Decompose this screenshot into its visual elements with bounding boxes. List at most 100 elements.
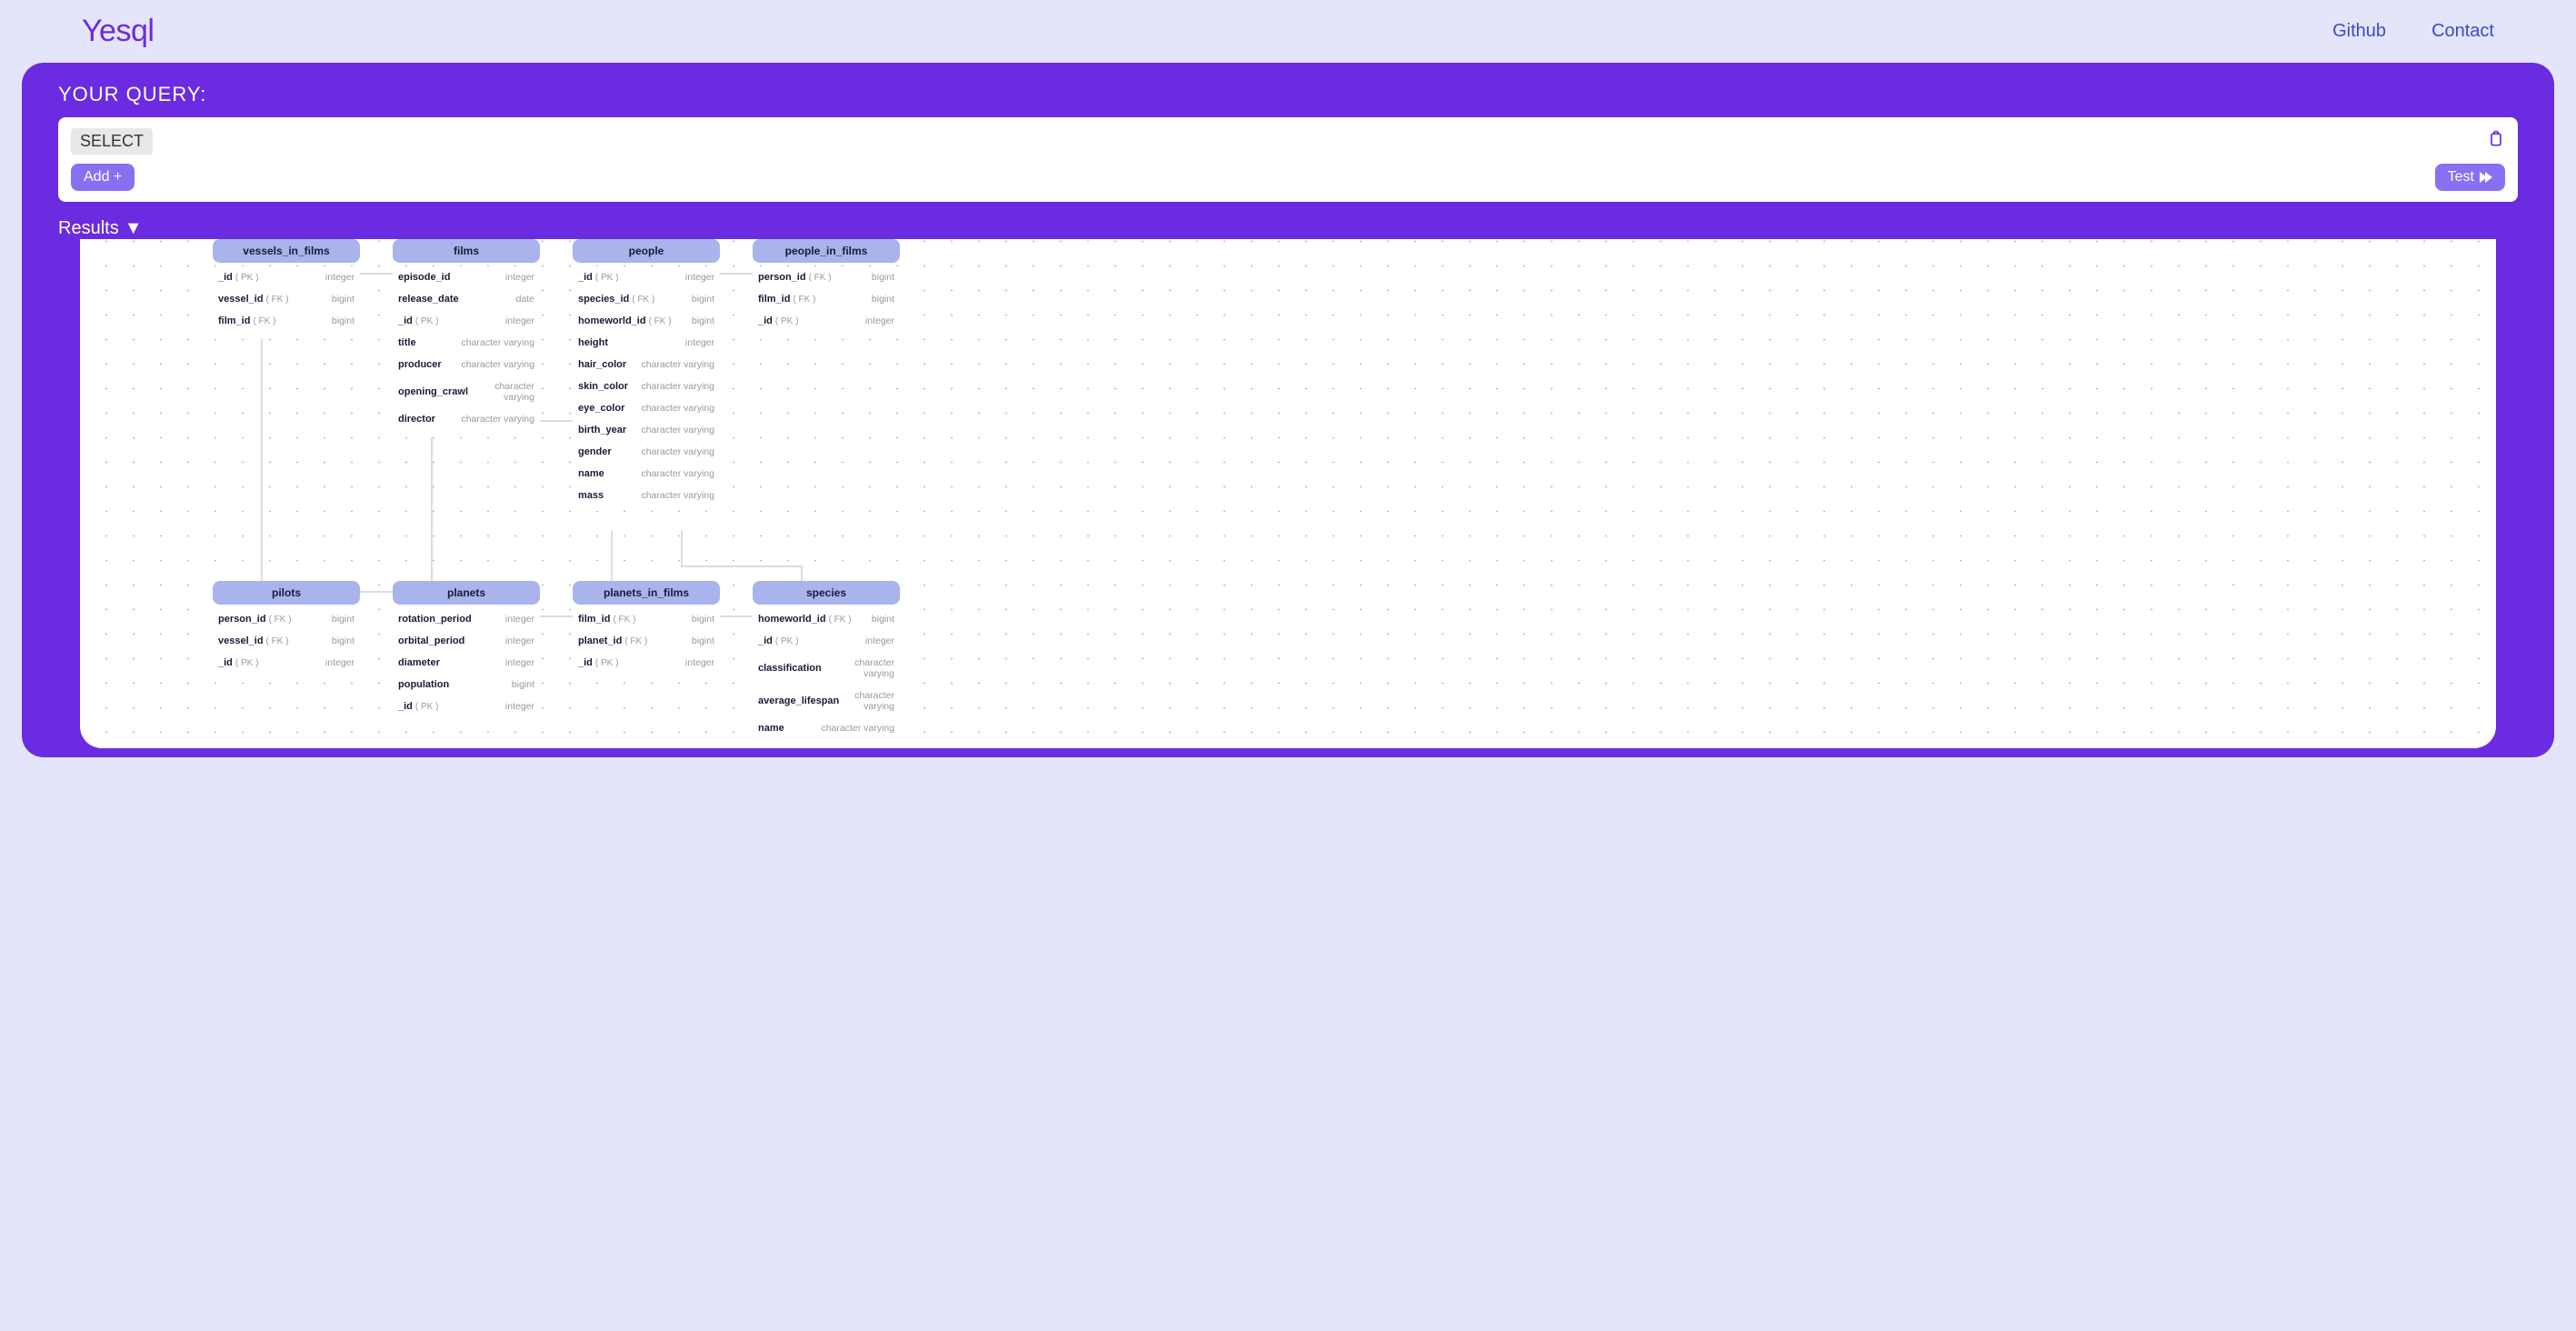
clipboard-icon[interactable]: [2487, 130, 2505, 148]
column-type: bigint: [692, 294, 714, 305]
column-type: integer: [505, 315, 534, 326]
column-type: character varying: [641, 359, 714, 370]
column-name: director: [398, 414, 435, 425]
column-row[interactable]: hair_color character varying: [573, 354, 720, 375]
nav-github[interactable]: Github: [2332, 21, 2386, 42]
column-type: character varying: [641, 446, 714, 457]
table-planets_in_films[interactable]: planets_in_filmsfilm_id( FK )bigintplane…: [573, 581, 720, 674]
table-planets[interactable]: planetsrotation_periodintegerorbital_per…: [393, 581, 540, 717]
column-row[interactable]: director character varying: [393, 408, 540, 430]
column-name: homeworld_id( FK ): [578, 315, 672, 326]
column-type: date: [516, 294, 534, 305]
column-row[interactable]: title character varying: [393, 332, 540, 354]
column-row[interactable]: _id( PK )integer: [753, 630, 900, 652]
table-header[interactable]: people: [573, 239, 720, 263]
key-badge: ( FK ): [809, 273, 832, 283]
column-name: film_id( FK ): [758, 294, 815, 305]
column-name: orbital_period: [398, 635, 464, 646]
table-pilots[interactable]: pilots person_id( FK )bigintvessel_id( FK…: [213, 581, 360, 674]
column-row[interactable]: release_datedate: [393, 288, 540, 310]
column-row[interactable]: average_lifespancharacter varying: [753, 685, 900, 717]
column-row[interactable]: populationbigint: [393, 674, 540, 696]
key-badge: ( PK ): [415, 316, 439, 326]
column-row[interactable]: _id( PK )integer: [213, 652, 360, 674]
table-vessels_in_films[interactable]: vessels_in_films _id( PK )integervessel_i…: [213, 239, 360, 332]
column-row[interactable]: rotation_periodinteger: [393, 608, 540, 630]
column-row[interactable]: homeworld_id( FK )bigint: [573, 310, 720, 332]
column-name: gender: [578, 446, 612, 457]
column-row[interactable]: species_id( FK )bigint: [573, 288, 720, 310]
column-row[interactable]: orbital_periodinteger: [393, 630, 540, 652]
column-name: hair_color: [578, 359, 626, 370]
column-type: bigint: [332, 315, 354, 326]
column-row[interactable]: planet_id( FK ) bigint: [573, 630, 720, 652]
column-row[interactable]: heightinteger: [573, 332, 720, 354]
test-button-label: Test: [2448, 169, 2474, 185]
column-type: character varying: [461, 359, 534, 370]
column-row[interactable]: producercharacter varying: [393, 354, 540, 375]
column-type: integer: [505, 614, 534, 625]
column-row[interactable]: film_id( FK )bigint: [213, 310, 360, 332]
column-name: person_id( FK ): [218, 614, 292, 625]
column-type: character varying: [461, 414, 534, 425]
column-row[interactable]: eye_colorcharacter varying: [573, 397, 720, 419]
column-name: planet_id( FK ): [578, 635, 647, 646]
key-badge: ( FK ): [266, 636, 289, 646]
test-button[interactable]: Test: [2435, 164, 2505, 191]
column-row[interactable]: _id( PK )integer: [573, 652, 720, 674]
column-row[interactable]: gender character varying: [573, 441, 720, 463]
column-row[interactable]: _id( PK )integer: [213, 266, 360, 288]
key-badge: ( FK ): [613, 615, 635, 625]
column-row[interactable]: _id( PK )integer: [393, 310, 540, 332]
table-header[interactable]: people_in_films: [753, 239, 900, 263]
column-row[interactable]: episode_idinteger: [393, 266, 540, 288]
table-header[interactable]: species: [753, 581, 900, 605]
logo[interactable]: Yesql: [82, 14, 154, 49]
column-row[interactable]: namecharacter varying: [573, 463, 720, 485]
column-row[interactable]: classificationcharacter varying: [753, 652, 900, 685]
results-toggle[interactable]: Results ▼: [58, 218, 143, 239]
column-name: title: [398, 337, 416, 348]
key-badge: ( FK ): [793, 295, 815, 305]
column-row[interactable]: namecharacter varying: [753, 717, 900, 739]
table-people_in_films[interactable]: people_in_filmsperson_id( FK )bigintfilm…: [753, 239, 900, 332]
column-type: character varying: [461, 337, 534, 348]
table-header[interactable]: vessels_in_films: [213, 239, 360, 263]
nav-contact[interactable]: Contact: [2431, 21, 2494, 42]
table-header[interactable]: pilots: [213, 581, 360, 605]
column-row[interactable]: _id( PK )integer: [753, 310, 900, 332]
column-row[interactable]: film_id( FK )bigint: [753, 288, 900, 310]
table-films[interactable]: filmsepisode_idintegerrelease_datedate_i…: [393, 239, 540, 430]
column-row[interactable]: person_id( FK )bigint: [213, 608, 360, 630]
column-row[interactable]: _id( PK )integer: [393, 696, 540, 717]
column-name: episode_id: [398, 272, 450, 283]
table-people[interactable]: people _id( PK )integerspecies_id( FK )bi…: [573, 239, 720, 506]
column-row[interactable]: vessel_id( FK )bigint: [213, 288, 360, 310]
table-header[interactable]: planets: [393, 581, 540, 605]
column-row[interactable]: film_id( FK )bigint: [573, 608, 720, 630]
table-header[interactable]: planets_in_films: [573, 581, 720, 605]
column-type: bigint: [692, 635, 714, 646]
table-header[interactable]: films: [393, 239, 540, 263]
query-box[interactable]: SELECT Add + Test: [58, 117, 2518, 202]
column-row[interactable]: vessel_id( FK )bigint: [213, 630, 360, 652]
column-name: diameter: [398, 657, 440, 668]
column-row[interactable]: person_id( FK )bigint: [753, 266, 900, 288]
schema-canvas[interactable]: vessels_in_films_id( PK )integervessel_i…: [80, 239, 2496, 748]
column-name: _id( PK ): [218, 272, 258, 283]
column-name: height: [578, 337, 608, 348]
column-name: _id( PK ): [578, 272, 618, 283]
add-button[interactable]: Add +: [71, 164, 135, 191]
select-keyword-chip[interactable]: SELECT: [71, 128, 153, 155]
column-type: integer: [505, 657, 534, 668]
column-row[interactable]: skin_colorcharacter varying: [573, 375, 720, 397]
column-row[interactable]: masscharacter varying: [573, 485, 720, 506]
column-row[interactable]: opening_crawlcharacter varying: [393, 375, 540, 408]
column-row[interactable]: birth_yearcharacter varying: [573, 419, 720, 441]
column-name: opening_crawl: [398, 386, 468, 397]
key-badge: ( PK ): [415, 702, 439, 712]
column-row[interactable]: _id( PK )integer: [573, 266, 720, 288]
table-species[interactable]: species homeworld_id( FK )bigint_id( PK )…: [753, 581, 900, 739]
column-row[interactable]: diameter integer: [393, 652, 540, 674]
column-row[interactable]: homeworld_id( FK )bigint: [753, 608, 900, 630]
